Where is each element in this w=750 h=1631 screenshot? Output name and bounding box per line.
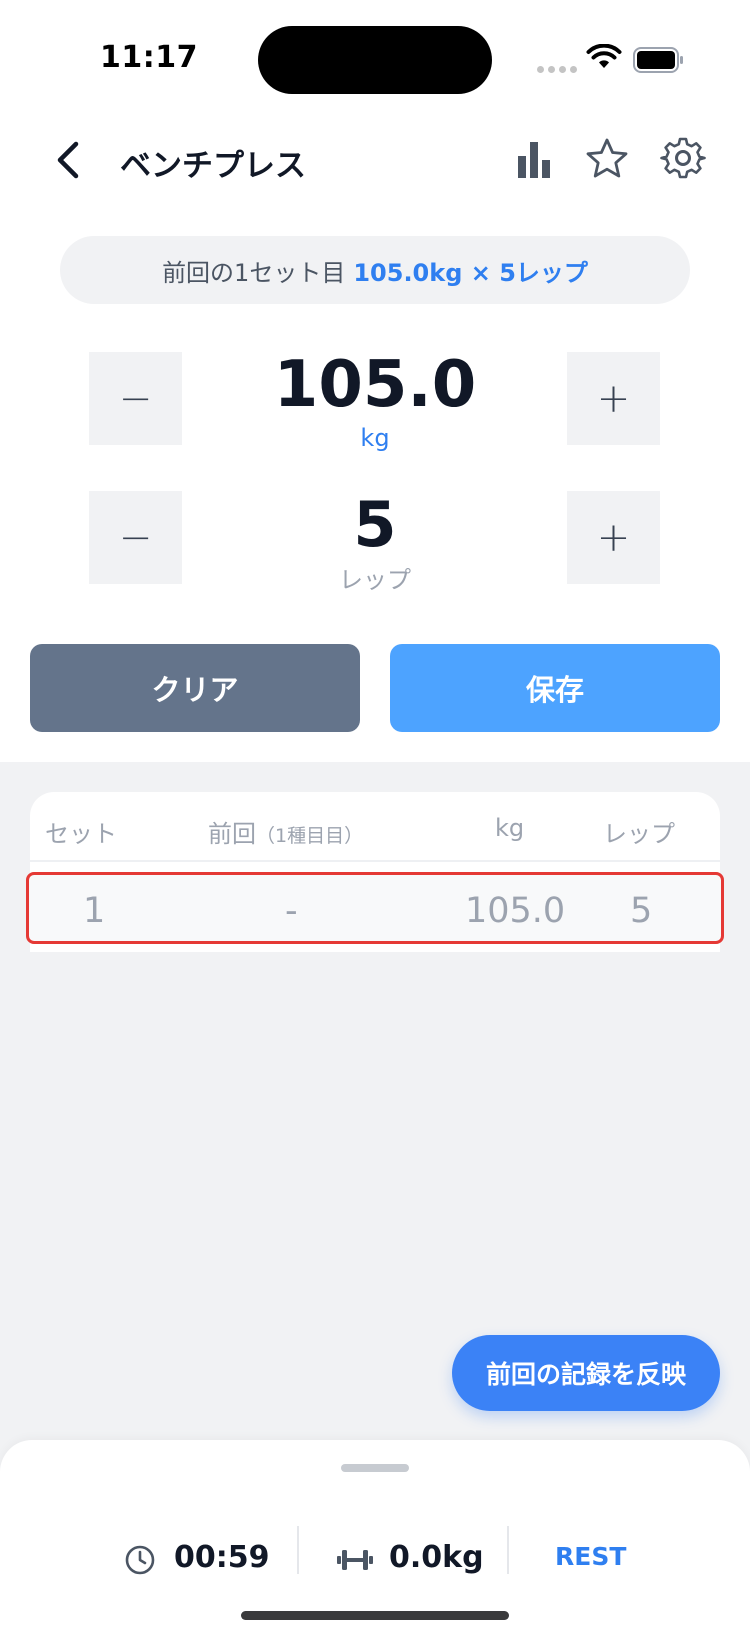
rest-button[interactable]: REST — [555, 1542, 626, 1571]
header-set: セット — [45, 820, 117, 848]
previous-set-label: 前回の1セット目 — [162, 258, 346, 287]
reps-value[interactable]: 5 — [200, 488, 550, 561]
header-previous-label: 前回 — [208, 820, 256, 848]
previous-set-value: 105.0kg × 5レップ — [353, 258, 588, 287]
nav-header: ベンチプレス — [0, 120, 750, 200]
bottom-sheet: 00:59 0.0kg REST — [0, 1440, 750, 1631]
reps-decrement-button[interactable]: − — [89, 491, 182, 584]
save-button[interactable]: 保存 — [390, 644, 720, 732]
apply-previous-record-button[interactable]: 前回の記録を反映 — [452, 1335, 720, 1411]
bar-chart-icon[interactable] — [516, 140, 556, 180]
cellular-signal-icon — [537, 66, 577, 73]
row-set: 1 — [83, 891, 106, 931]
wifi-icon — [586, 44, 622, 68]
weight-unit: kg — [360, 424, 390, 452]
header-kg: kg — [495, 814, 525, 842]
dumbbell-icon — [337, 1550, 373, 1570]
row-kg: 105.0 — [465, 891, 566, 931]
table-row[interactable]: 1 - 105.0 5 — [26, 872, 724, 944]
header-reps: レップ — [603, 820, 675, 848]
row-previous: - — [285, 891, 298, 931]
back-chevron-icon[interactable] — [48, 136, 88, 184]
sheet-divider — [507, 1526, 509, 1574]
sheet-divider — [297, 1526, 299, 1574]
set-table: セット 前回（1種目目） kg レップ 1 - 105.0 5 — [26, 792, 724, 952]
page-title: ベンチプレス — [120, 148, 306, 184]
status-time: 11:17 — [100, 40, 198, 75]
sheet-grabber[interactable] — [341, 1464, 409, 1472]
rest-timer: 00:59 — [174, 1540, 270, 1575]
total-weight: 0.0kg — [389, 1540, 484, 1575]
header-previous: 前回（1種目目） — [208, 814, 363, 849]
reps-unit: レップ — [339, 566, 411, 594]
weight-increment-button[interactable]: + — [567, 352, 660, 445]
header-previous-sub: （1種目目） — [256, 825, 364, 847]
home-indicator — [241, 1611, 509, 1620]
weight-decrement-button[interactable]: − — [89, 352, 182, 445]
clock-icon — [125, 1545, 155, 1575]
dynamic-island — [258, 26, 492, 94]
clear-button[interactable]: クリア — [30, 644, 360, 732]
battery-icon — [633, 47, 683, 73]
star-icon[interactable] — [584, 136, 630, 182]
weight-value[interactable]: 105.0 — [200, 348, 550, 422]
gear-icon[interactable] — [660, 135, 706, 181]
reps-increment-button[interactable]: + — [567, 491, 660, 584]
table-divider — [30, 860, 720, 862]
row-reps: 5 — [630, 891, 653, 931]
status-bar: 11:17 — [0, 0, 750, 110]
previous-set-summary: 前回の1セット目 105.0kg × 5レップ — [60, 236, 690, 304]
